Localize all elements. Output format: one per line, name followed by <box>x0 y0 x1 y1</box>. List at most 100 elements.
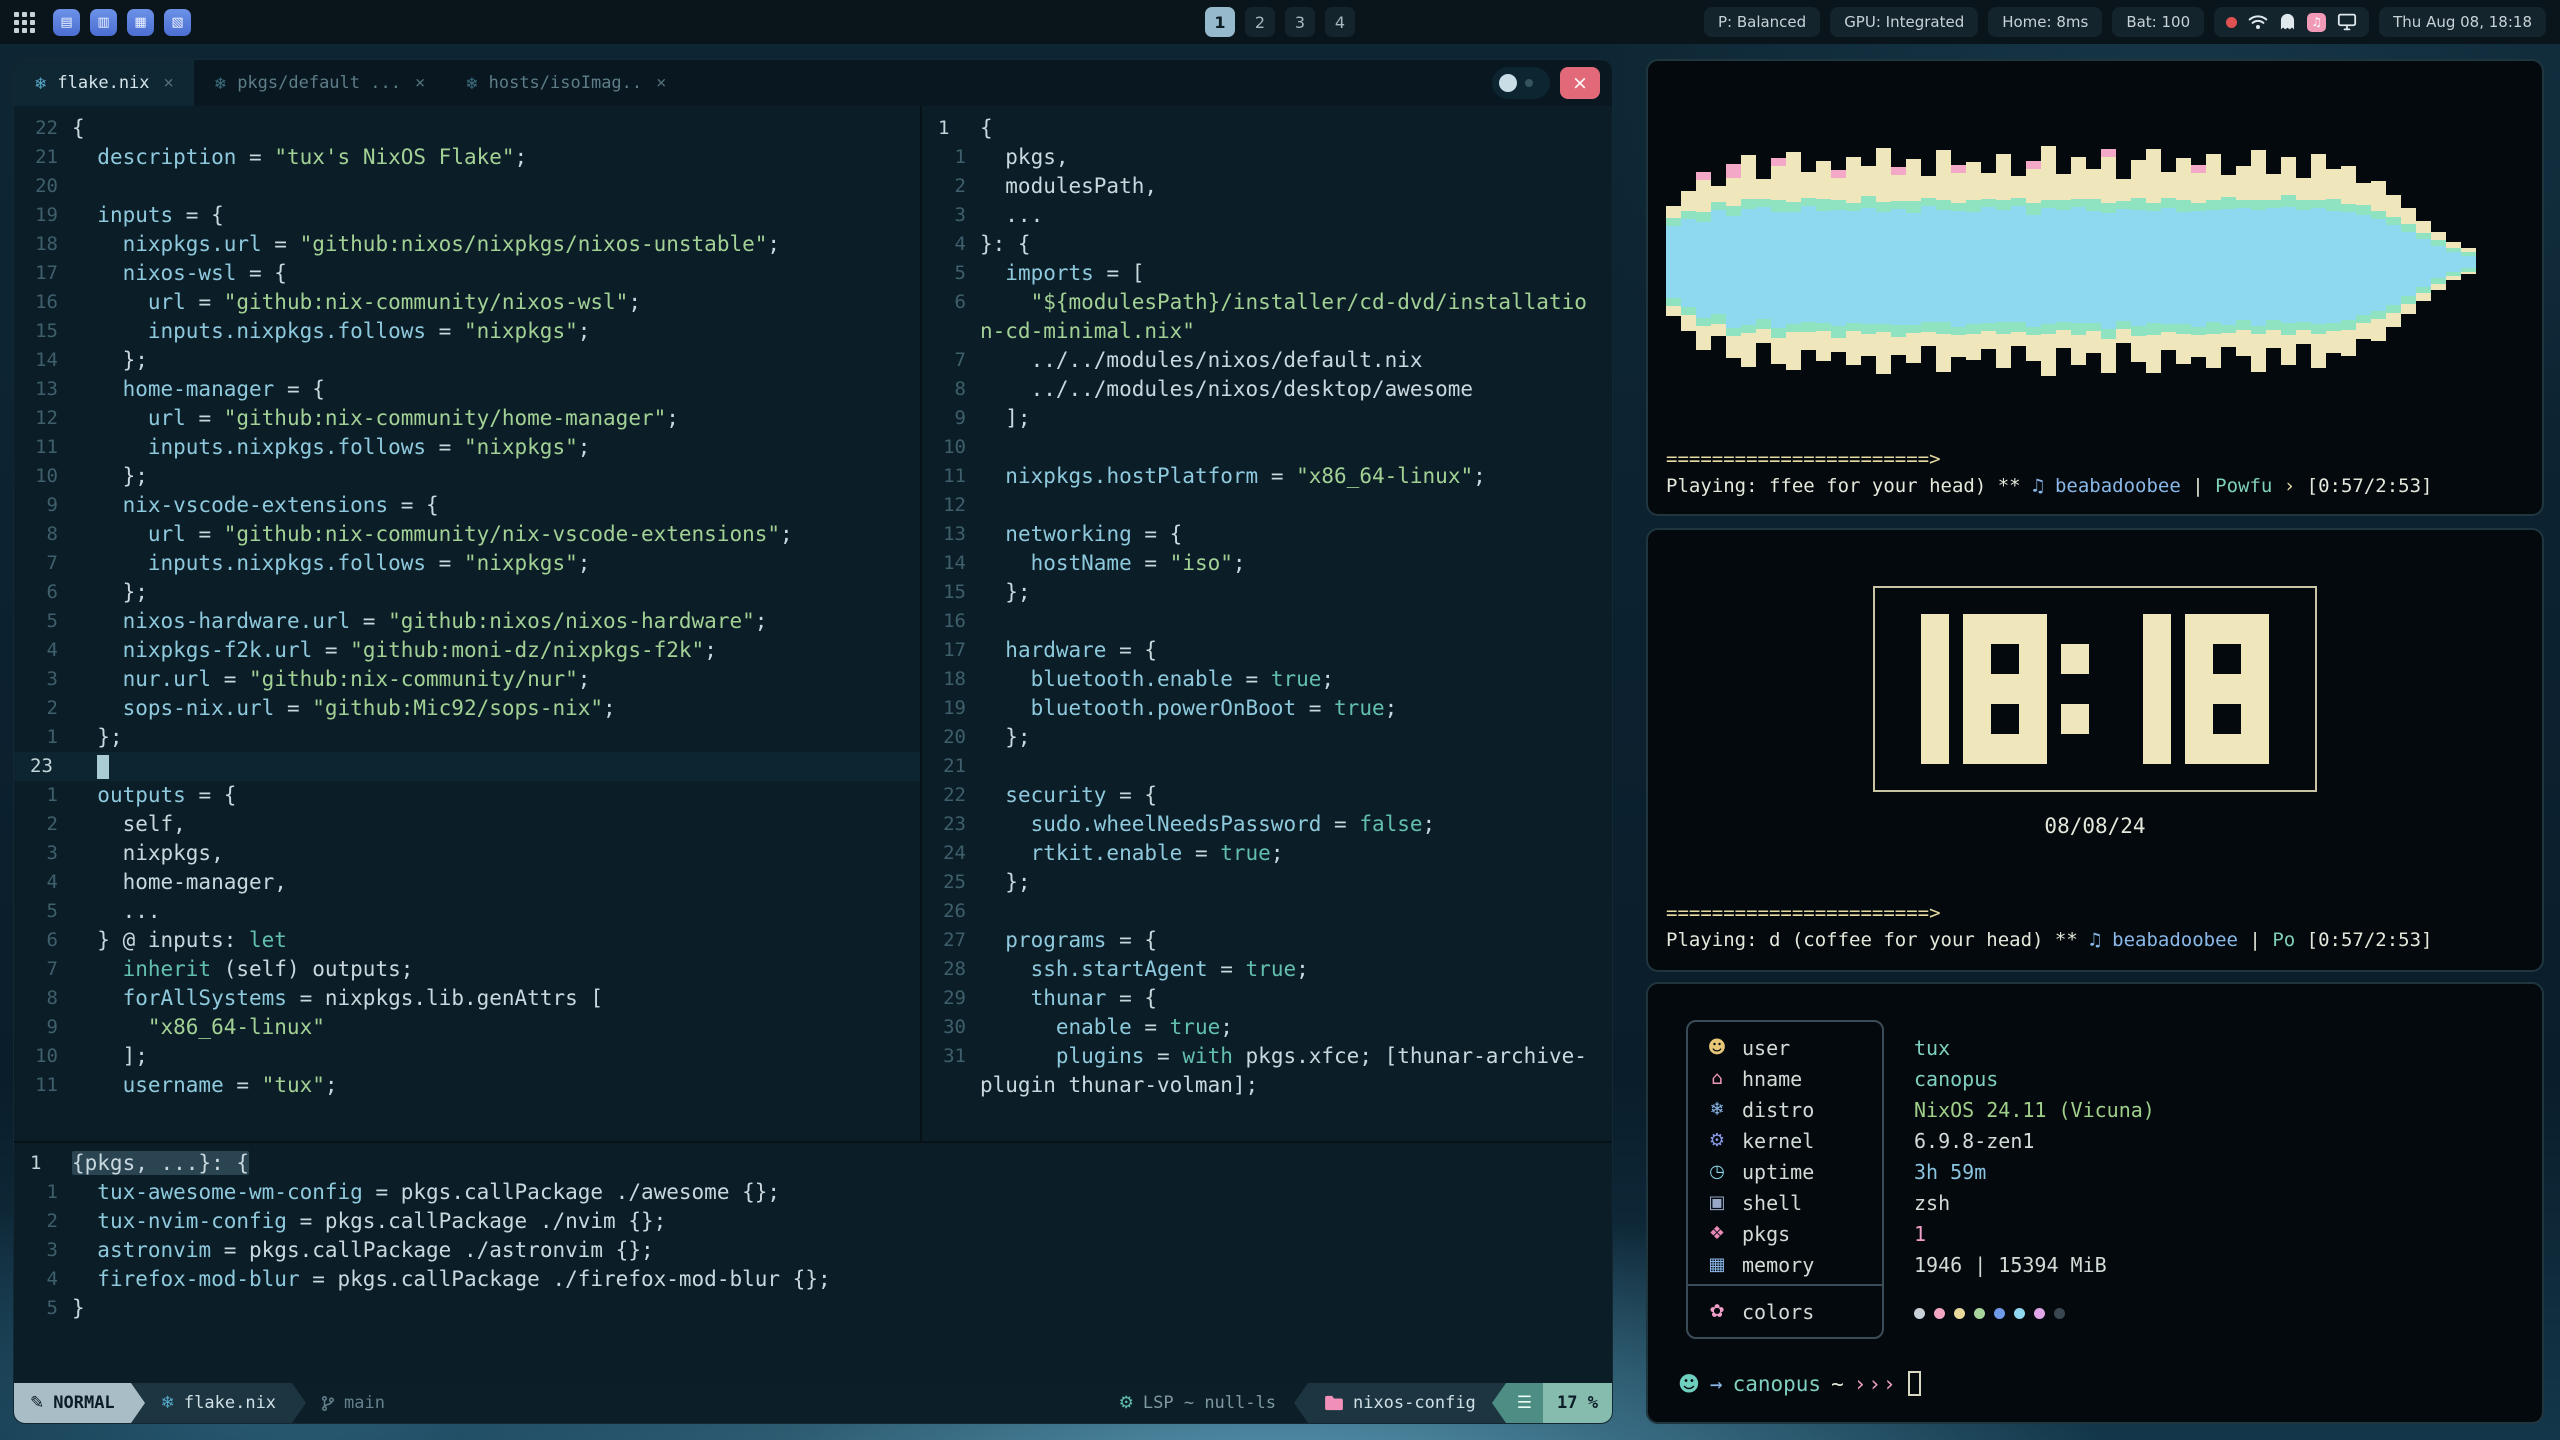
line-number: 23 <box>922 810 980 839</box>
ghost-icon[interactable] <box>2279 13 2296 31</box>
visualizer-column <box>1681 191 1696 331</box>
line-number: 3 <box>14 665 72 694</box>
code-line: 14 }; <box>14 346 920 375</box>
visualizer-window: =======================> Playing: ffee f… <box>1646 59 2544 516</box>
visualizer-column <box>2416 221 2431 301</box>
code-line: 15 }; <box>922 578 1612 607</box>
visualizer-column <box>2101 149 2116 373</box>
line-number: 8 <box>14 520 72 549</box>
code-line: 28 ssh.startAgent = true; <box>922 955 1612 984</box>
visualizer-column <box>2461 248 2476 274</box>
toggle-button[interactable] <box>1492 67 1550 99</box>
system-tray: ♫ <box>2214 7 2369 37</box>
window-controls: × <box>1492 67 1600 99</box>
line-number: 9 <box>14 1013 72 1042</box>
pencil-icon: ✎ <box>30 1393 44 1413</box>
status-pill-4: Bat: 100 <box>2112 7 2204 37</box>
shell-prompt[interactable]: ☻ → canopus ~ ››› <box>1674 1371 2516 1400</box>
line-number: 12 <box>14 404 72 433</box>
workspace-4[interactable]: 4 <box>1325 7 1355 37</box>
line-number: 6 <box>14 926 72 955</box>
code-line: 14 hostName = "iso"; <box>922 549 1612 578</box>
tab-bar: ❄flake.nix×❄pkgs/default ...×❄hosts/isoI… <box>14 60 1612 106</box>
tray-app-3-icon[interactable]: ▦ <box>127 9 154 36</box>
code-line: 22{ <box>14 114 920 143</box>
clock-digit <box>1921 614 1949 764</box>
hname-icon: ⌂ <box>1704 1068 1730 1089</box>
line-number: 4 <box>14 636 72 665</box>
code-line: n-cd-minimal.nix" <box>922 317 1612 346</box>
tray-app-2-icon[interactable]: ▥ <box>90 9 117 36</box>
line-number: 27 <box>922 926 980 955</box>
line-number: 9 <box>14 491 72 520</box>
code-line: 6 } @ inputs: let <box>14 926 920 955</box>
tab-flake-nix[interactable]: ❄flake.nix× <box>14 60 194 106</box>
editor-window: ❄flake.nix×❄pkgs/default ...×❄hosts/isoI… <box>13 59 1613 1424</box>
tray-app-1-icon[interactable]: ▤ <box>53 9 80 36</box>
visualizer-column <box>2206 154 2221 368</box>
line-number: 10 <box>14 1042 72 1071</box>
visualizer-column <box>2446 242 2461 280</box>
line-number: 2 <box>14 694 72 723</box>
line-number: 15 <box>14 317 72 346</box>
workspace-3[interactable]: 3 <box>1285 7 1315 37</box>
nix-icon: ❄ <box>465 74 478 93</box>
fetch-value: tux <box>1914 1036 1950 1060</box>
prompt-path: ~ <box>1831 1372 1844 1396</box>
visualizer-column <box>1801 172 1816 350</box>
code-line: 8 url = "github:nix-community/nix-vscode… <box>14 520 920 549</box>
code-line: 25 }; <box>922 868 1612 897</box>
wifi-icon[interactable] <box>2248 13 2268 31</box>
visualizer-column <box>1726 164 1741 358</box>
visualizer-column <box>2041 146 2056 376</box>
line-number: 19 <box>14 201 72 230</box>
tab-hosts-isoImag-[interactable]: ❄ hosts/isoImag.. × <box>445 60 686 106</box>
workspace-1[interactable]: 1 <box>1205 7 1235 37</box>
nix-icon: ❄ <box>214 74 227 93</box>
line-number: 7 <box>14 955 72 984</box>
line-number: 1 <box>14 1178 72 1207</box>
tab-close-icon[interactable]: × <box>415 73 425 93</box>
music-icon[interactable]: ♫ <box>2307 13 2326 32</box>
record-dot-icon[interactable] <box>2226 17 2237 28</box>
now-playing: Playing: ffee for your head) ** ♫ beabad… <box>1666 473 2524 500</box>
tab-close-icon[interactable]: × <box>164 73 174 93</box>
tab-close-icon[interactable]: × <box>656 73 666 93</box>
line-number: 8 <box>922 375 980 404</box>
line-number: 23 <box>14 752 72 781</box>
tab-label: hosts/isoImag.. <box>489 73 643 93</box>
progress-bar-text: =======================> <box>1666 446 2524 473</box>
visualizer-column <box>1741 155 1756 367</box>
code-line: 5} <box>14 1294 1612 1323</box>
launcher-icon[interactable] <box>14 12 35 33</box>
line-number: 11 <box>14 433 72 462</box>
visualizer-column <box>1756 179 1771 343</box>
line-number: 13 <box>14 375 72 404</box>
tray-app-4-icon[interactable]: ▧ <box>164 9 191 36</box>
close-button[interactable]: × <box>1560 67 1600 99</box>
fetch-row-memory: ▦memory1946 | 15394 MiB <box>1686 1249 2516 1280</box>
visualizer-column <box>2266 174 2281 348</box>
line-number: 11 <box>922 462 980 491</box>
fetch-label: colors <box>1742 1300 1814 1324</box>
workspace-2[interactable]: 2 <box>1245 7 1275 37</box>
visualizer-column <box>1981 173 1996 349</box>
toggle-knob-icon <box>1499 74 1517 92</box>
clock-date: 08/08/24 <box>1666 814 2524 838</box>
line-number: 25 <box>922 868 980 897</box>
line-number: 2 <box>922 172 980 201</box>
editor-pane-pkgs[interactable]: 1{pkgs, ...}: {1 tux-awesome-wm-config =… <box>14 1143 1612 1383</box>
screen-icon[interactable] <box>2337 13 2357 31</box>
visualizer-column <box>2326 169 2341 353</box>
code-line: 6 }; <box>14 578 920 607</box>
fetch-row-user: ☻usertux <box>1686 1032 2516 1063</box>
line-number: 3 <box>14 1236 72 1265</box>
editor-pane-flake[interactable]: 22{21 description = "tux's NixOS Flake";… <box>14 106 920 1141</box>
editor-pane-iso[interactable]: 1{1 pkgs,2 modulesPath,3 ...4}: {5 impor… <box>922 106 1612 1141</box>
tabs: ❄flake.nix×❄pkgs/default ...×❄hosts/isoI… <box>14 60 686 106</box>
tab-pkgs-default-[interactable]: ❄pkgs/default ...× <box>194 60 445 106</box>
editor-cursor <box>97 755 109 779</box>
visualizer-column <box>2371 181 2386 341</box>
line-number: 29 <box>922 984 980 1013</box>
visualizer-column <box>2311 154 2326 368</box>
